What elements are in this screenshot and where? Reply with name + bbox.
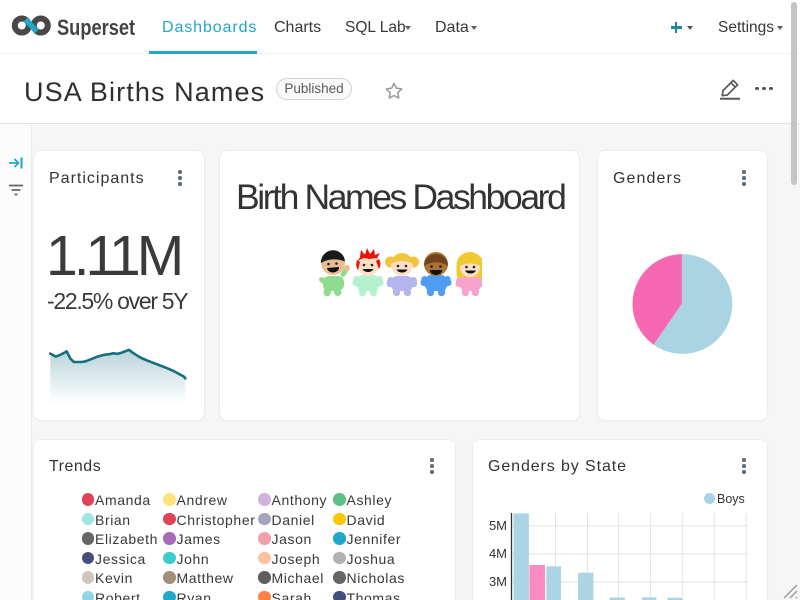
svg-text:3M: 3M bbox=[489, 574, 507, 589]
svg-text:4M: 4M bbox=[489, 546, 507, 561]
svg-text:5M: 5M bbox=[489, 518, 507, 533]
